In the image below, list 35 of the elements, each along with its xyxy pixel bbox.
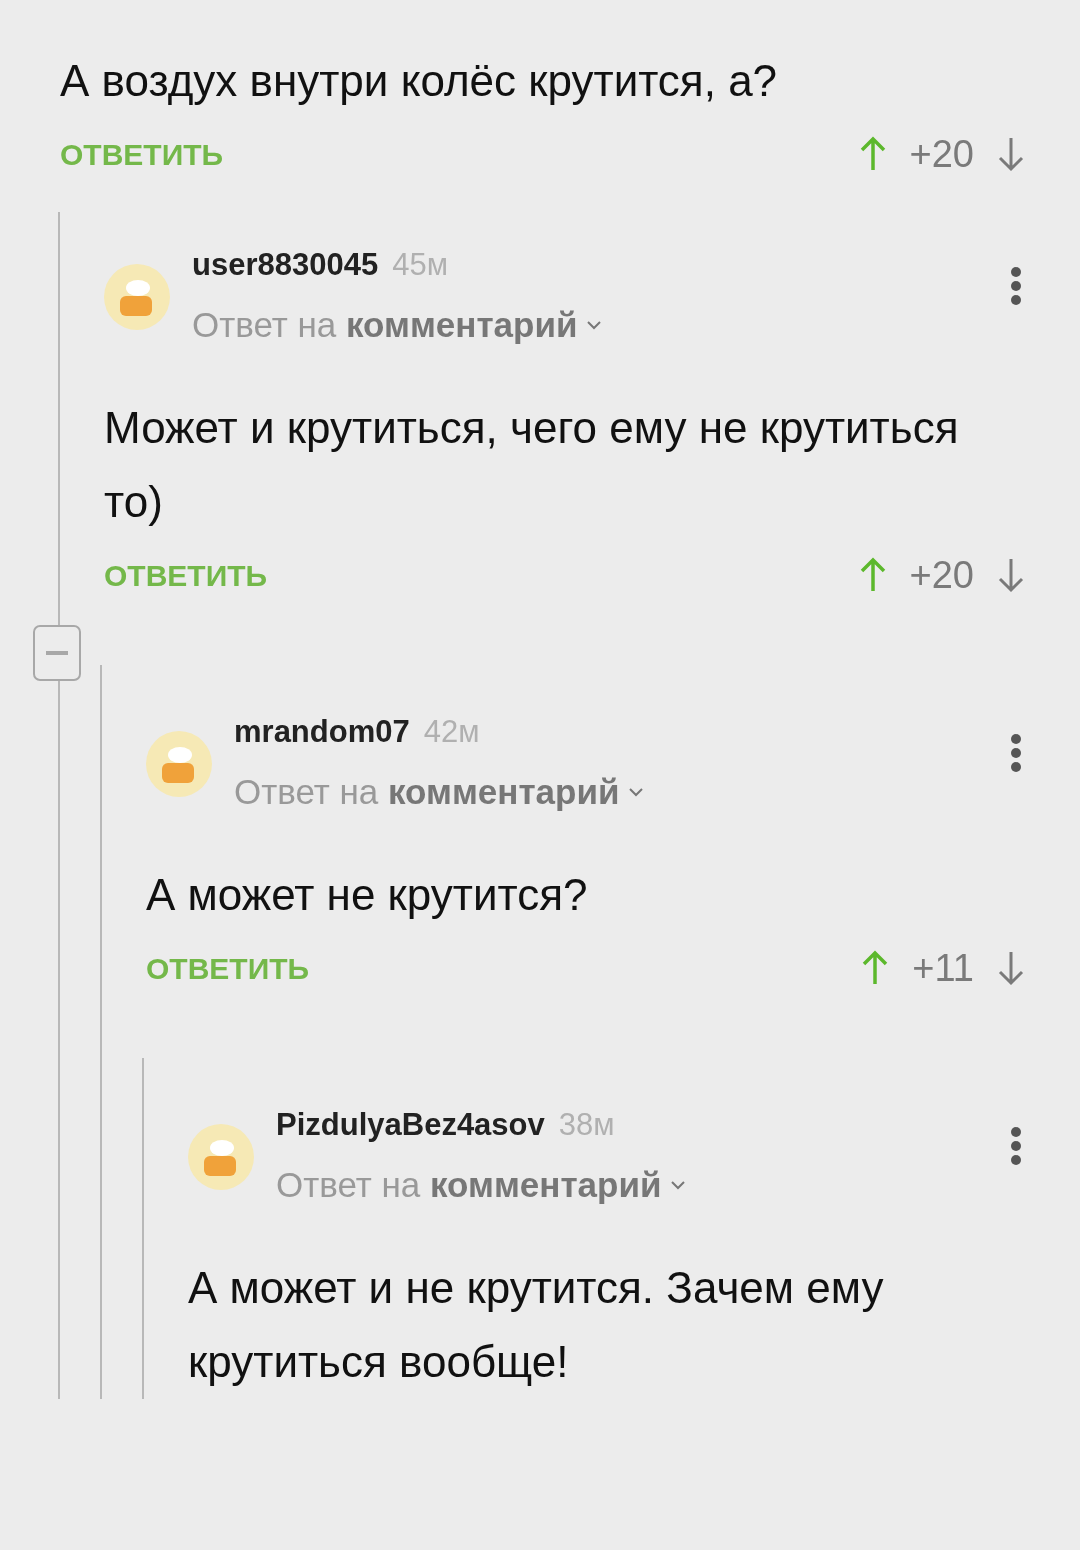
upvote-icon[interactable]	[859, 557, 886, 593]
chevron-icon[interactable]	[671, 1179, 686, 1190]
reply-to-text[interactable]: Ответ на комментарий	[234, 765, 620, 818]
username[interactable]: user8830045	[192, 242, 379, 289]
more-menu-icon[interactable]	[1010, 733, 1022, 773]
avatar-icon	[104, 264, 170, 330]
downvote-icon[interactable]	[998, 950, 1024, 986]
username[interactable]: PizdulyaBez4asov	[276, 1102, 545, 1149]
score: +20	[909, 552, 974, 598]
comment-text: Может и крутиться, чего ему не крутиться то)	[104, 402, 960, 528]
reply-link[interactable]: ОТВЕТИТЬ	[60, 131, 224, 177]
collapse-icon[interactable]	[33, 625, 81, 681]
avatar-icon	[146, 731, 212, 797]
username[interactable]: mrandom07	[234, 709, 410, 756]
timestamp: 42м	[423, 713, 480, 751]
score: +11	[912, 945, 974, 991]
reply-link[interactable]: ОТВЕТИТЬ	[104, 552, 268, 598]
downvote-icon[interactable]	[998, 136, 1024, 172]
comment-text: А воздух внутри колёс крутится, а?	[60, 55, 779, 107]
downvote-icon[interactable]	[998, 557, 1024, 593]
reply-to-text[interactable]: Ответ на комментарий	[192, 298, 578, 351]
more-menu-icon[interactable]	[1010, 266, 1022, 306]
chevron-icon[interactable]	[629, 786, 644, 797]
upvote-icon[interactable]	[859, 136, 886, 172]
upvote-icon[interactable]	[862, 950, 889, 986]
comment-text: А может и не крутится. Зачем ему крутиться вообще!	[188, 1262, 885, 1388]
chevron-icon[interactable]	[587, 319, 602, 330]
more-menu-icon[interactable]	[1010, 1126, 1022, 1166]
score: +20	[909, 131, 974, 177]
avatar-icon	[188, 1124, 254, 1190]
reply-link[interactable]: ОТВЕТИТЬ	[146, 945, 310, 991]
reply-to-text[interactable]: Ответ на комментарий	[276, 1158, 662, 1211]
timestamp: 45м	[392, 246, 448, 284]
timestamp: 38м	[558, 1106, 615, 1144]
comment-text: А может не крутится?	[146, 869, 589, 921]
